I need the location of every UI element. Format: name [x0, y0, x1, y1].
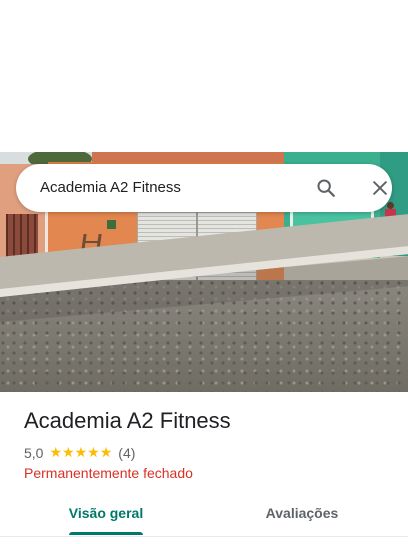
star-icon: ★ [49, 445, 63, 461]
search-button[interactable] [314, 176, 338, 200]
photo-sign [107, 220, 116, 229]
tab-bar: Visão geral Avaliações [0, 494, 408, 538]
tab-overview[interactable]: Visão geral [64, 494, 148, 536]
star-rating: ★ ★ ★ ★ ★ [49, 444, 112, 462]
place-title: Academia A2 Fitness [24, 408, 231, 433]
tab-selected-indicator [69, 532, 143, 535]
search-input[interactable]: Academia A2 Fitness [40, 164, 181, 212]
rating-row[interactable]: 5,0 ★ ★ ★ ★ ★ (4) [24, 444, 135, 462]
status-badge: Permanentemente fechado [24, 465, 193, 481]
star-icon: ★ [74, 445, 88, 461]
search-bar[interactable]: Academia A2 Fitness [16, 164, 392, 212]
star-icon: ★ [99, 445, 113, 461]
tabs-divider [0, 536, 408, 537]
tab-reviews[interactable]: Avaliações [258, 494, 346, 536]
close-button[interactable] [368, 176, 392, 200]
map-area-blank [0, 0, 408, 152]
star-icon: ★ [87, 445, 100, 461]
person-head [387, 202, 394, 209]
review-count[interactable]: (4) [118, 445, 135, 461]
close-icon [373, 181, 387, 195]
star-icon: ★ [62, 445, 75, 461]
search-icon [317, 179, 335, 197]
rating-value: 5,0 [24, 445, 44, 461]
